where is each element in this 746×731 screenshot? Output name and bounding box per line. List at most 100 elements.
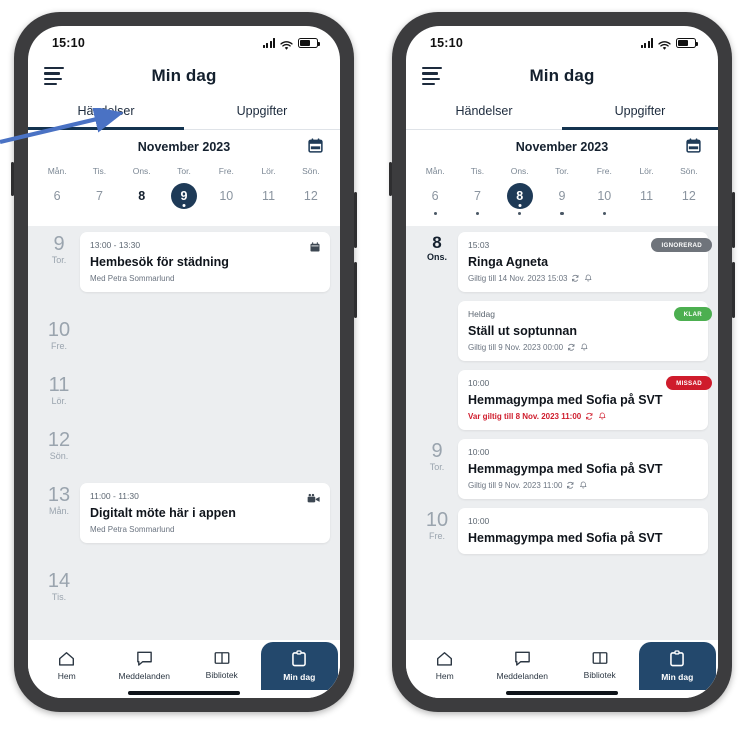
- events-list-left[interactable]: 9 Tor. 13:00 - 13:30 Hembesök för städning M…: [28, 226, 340, 640]
- page-title: Min dag: [529, 66, 595, 85]
- day-cell-10[interactable]: Fre. 10: [205, 166, 247, 226]
- status-bar-time: 15:10: [430, 36, 463, 50]
- bell-icon: [585, 274, 592, 282]
- card-subtitle: Giltig till 9 Nov. 2023 11:00: [468, 481, 698, 490]
- day-number[interactable]: 12: [298, 183, 324, 209]
- task-card[interactable]: 10:00 Hemmagympa med Sofia på SVT Var gilt…: [458, 370, 712, 430]
- card-time: Heldag: [468, 309, 495, 319]
- app-header: Min dag: [406, 56, 718, 96]
- day-number[interactable]: 10: [591, 183, 617, 209]
- day-number[interactable]: 6: [422, 183, 448, 209]
- nav-item-hem[interactable]: Hem: [406, 640, 484, 690]
- bell-icon: [580, 481, 587, 489]
- day-number[interactable]: 6: [44, 183, 70, 209]
- day-cell-8[interactable]: Ons. 8: [499, 166, 541, 226]
- week-strip-left: Mån. 6 Tis. 7 Ons. 8 Tor. 9 Fre. 10 Lör. 11 Sön. 12: [28, 164, 340, 226]
- phone-screen-left: 15:10 Min dag Händelser Uppgifter Novemb…: [28, 26, 340, 698]
- status-badge: MISSAD: [666, 376, 712, 390]
- nav-item-bibliotek[interactable]: Bibliotek: [561, 640, 639, 690]
- card-subtitle-text: Med Petra Sommarlund: [90, 274, 175, 283]
- repeat-icon: [567, 482, 574, 489]
- nav-item-meddelanden[interactable]: Meddelanden: [106, 640, 184, 690]
- day-cell-12[interactable]: Sön. 12: [290, 166, 332, 226]
- bell-icon: [598, 412, 606, 420]
- day-number[interactable]: 9: [170, 183, 197, 209]
- day-cell-11[interactable]: Lör. 11: [247, 166, 289, 226]
- tab-handelser[interactable]: Händelser: [28, 96, 184, 130]
- nav-item-meddelanden[interactable]: Meddelanden: [484, 640, 562, 690]
- list-item[interactable]: Heldag Ställ ut soptunnan Giltig till 9 No…: [406, 301, 718, 361]
- page-title: Min dag: [151, 66, 217, 85]
- list-item[interactable]: 10:00 Hemmagympa med Sofia på SVT Var gilt…: [406, 370, 718, 430]
- tab-handelser[interactable]: Händelser: [406, 96, 562, 129]
- day-cell-7[interactable]: Tis. 7: [456, 166, 498, 226]
- status-bar: 15:10: [28, 26, 340, 56]
- nav-item-bibliotek[interactable]: Bibliotek: [183, 640, 261, 690]
- event-card[interactable]: 13:00 - 13:30 Hembesök för städning Med Pe…: [80, 232, 330, 292]
- day-name: Tis.: [92, 166, 107, 176]
- day-number[interactable]: 9: [549, 183, 575, 209]
- day-cell-10[interactable]: Fre. 10: [583, 166, 625, 226]
- list-item[interactable]: 9 Tor. 10:00 Hemmagympa med Sofia på SVT Gil…: [406, 439, 718, 499]
- row-spacer: [406, 361, 718, 370]
- card-subtitle: Var giltig till 8 Nov. 2023 11:00: [468, 412, 698, 421]
- day-name: Tor.: [177, 166, 191, 176]
- month-header-left: November 2023: [28, 130, 340, 164]
- day-label: [416, 370, 458, 372]
- list-item[interactable]: 12 Sön.: [28, 428, 340, 462]
- status-badge: IGNORERAD: [651, 238, 712, 252]
- tasks-list-right[interactable]: 8 Ons. 15:03 Ringa Agneta Giltig till 14 Nov…: [406, 226, 718, 640]
- home-indicator: [128, 691, 240, 695]
- day-number[interactable]: 7: [86, 183, 112, 209]
- day-marker-dot: [140, 212, 143, 215]
- row-spacer: [28, 602, 340, 624]
- day-cell-11[interactable]: Lör. 11: [625, 166, 667, 226]
- day-number-label: 13: [47, 484, 71, 506]
- task-card[interactable]: 10:00 Hemmagympa med Sofia på SVT Giltig t…: [458, 439, 708, 499]
- day-number[interactable]: 11: [634, 183, 660, 209]
- tab-uppgifter[interactable]: Uppgifter: [184, 96, 340, 129]
- list-item[interactable]: 14 Tis.: [28, 569, 340, 603]
- list-item[interactable]: 8 Ons. 15:03 Ringa Agneta Giltig till 14 Nov…: [406, 232, 718, 292]
- list-item[interactable]: 11 Lör.: [28, 373, 340, 407]
- task-card[interactable]: 10:00 Hemmagympa med Sofia på SVT: [458, 508, 708, 554]
- task-card[interactable]: 15:03 Ringa Agneta Giltig till 14 Nov. 202…: [458, 232, 712, 292]
- tab-bar-right: Händelser Uppgifter: [406, 96, 718, 130]
- event-card[interactable]: 11:00 - 11:30 Digitalt möte här i appen Me…: [80, 483, 330, 543]
- nav-item-min-dag[interactable]: Min dag: [638, 642, 716, 690]
- day-number[interactable]: 11: [256, 183, 282, 209]
- calendar-icon[interactable]: [685, 137, 702, 154]
- chat-bubble-icon: [514, 651, 530, 666]
- list-item[interactable]: 10 Fre. 10:00 Hemmagympa med Sofia på SVT: [406, 508, 718, 554]
- day-cell-12[interactable]: Sön. 12: [668, 166, 710, 226]
- day-number[interactable]: 10: [213, 183, 239, 209]
- card-subtitle: Med Petra Sommarlund: [90, 525, 320, 534]
- status-bar-time: 15:10: [52, 36, 85, 50]
- day-name: Fre.: [218, 166, 234, 176]
- day-cell-6[interactable]: Mån. 6: [36, 166, 78, 226]
- list-item[interactable]: 9 Tor. 13:00 - 13:30 Hembesök för städning M…: [28, 232, 340, 292]
- day-number[interactable]: 8: [129, 183, 155, 209]
- list-item[interactable]: 10 Fre.: [28, 318, 340, 352]
- day-number[interactable]: 7: [464, 183, 490, 209]
- task-card[interactable]: Heldag Ställ ut soptunnan Giltig till 9 No…: [458, 301, 712, 361]
- nav-item-hem[interactable]: Hem: [28, 640, 106, 690]
- day-name: Lör.: [639, 166, 654, 176]
- day-cell-6[interactable]: Mån. 6: [414, 166, 456, 226]
- day-cell-7[interactable]: Tis. 7: [78, 166, 120, 226]
- day-cell-9[interactable]: Tor. 9: [163, 166, 205, 226]
- day-cell-8[interactable]: Ons. 8: [121, 166, 163, 226]
- calendar-icon[interactable]: [307, 137, 324, 154]
- list-item[interactable]: 13 Mån. 11:00 - 11:30 Digitalt möte här i a…: [28, 483, 340, 543]
- day-number[interactable]: 8: [506, 183, 533, 209]
- day-label: 11 Lör.: [38, 373, 80, 407]
- video-camera-icon: [307, 493, 320, 503]
- day-number[interactable]: 12: [676, 183, 702, 209]
- nav-item-label: Hem: [435, 670, 454, 681]
- nav-item-min-dag[interactable]: Min dag: [260, 642, 338, 690]
- day-label: 8 Ons.: [416, 232, 458, 262]
- day-cell-9[interactable]: Tor. 9: [541, 166, 583, 226]
- tab-uppgifter[interactable]: Uppgifter: [562, 96, 718, 130]
- status-bar-icons: [262, 38, 321, 50]
- phone-power-button: [732, 262, 735, 318]
